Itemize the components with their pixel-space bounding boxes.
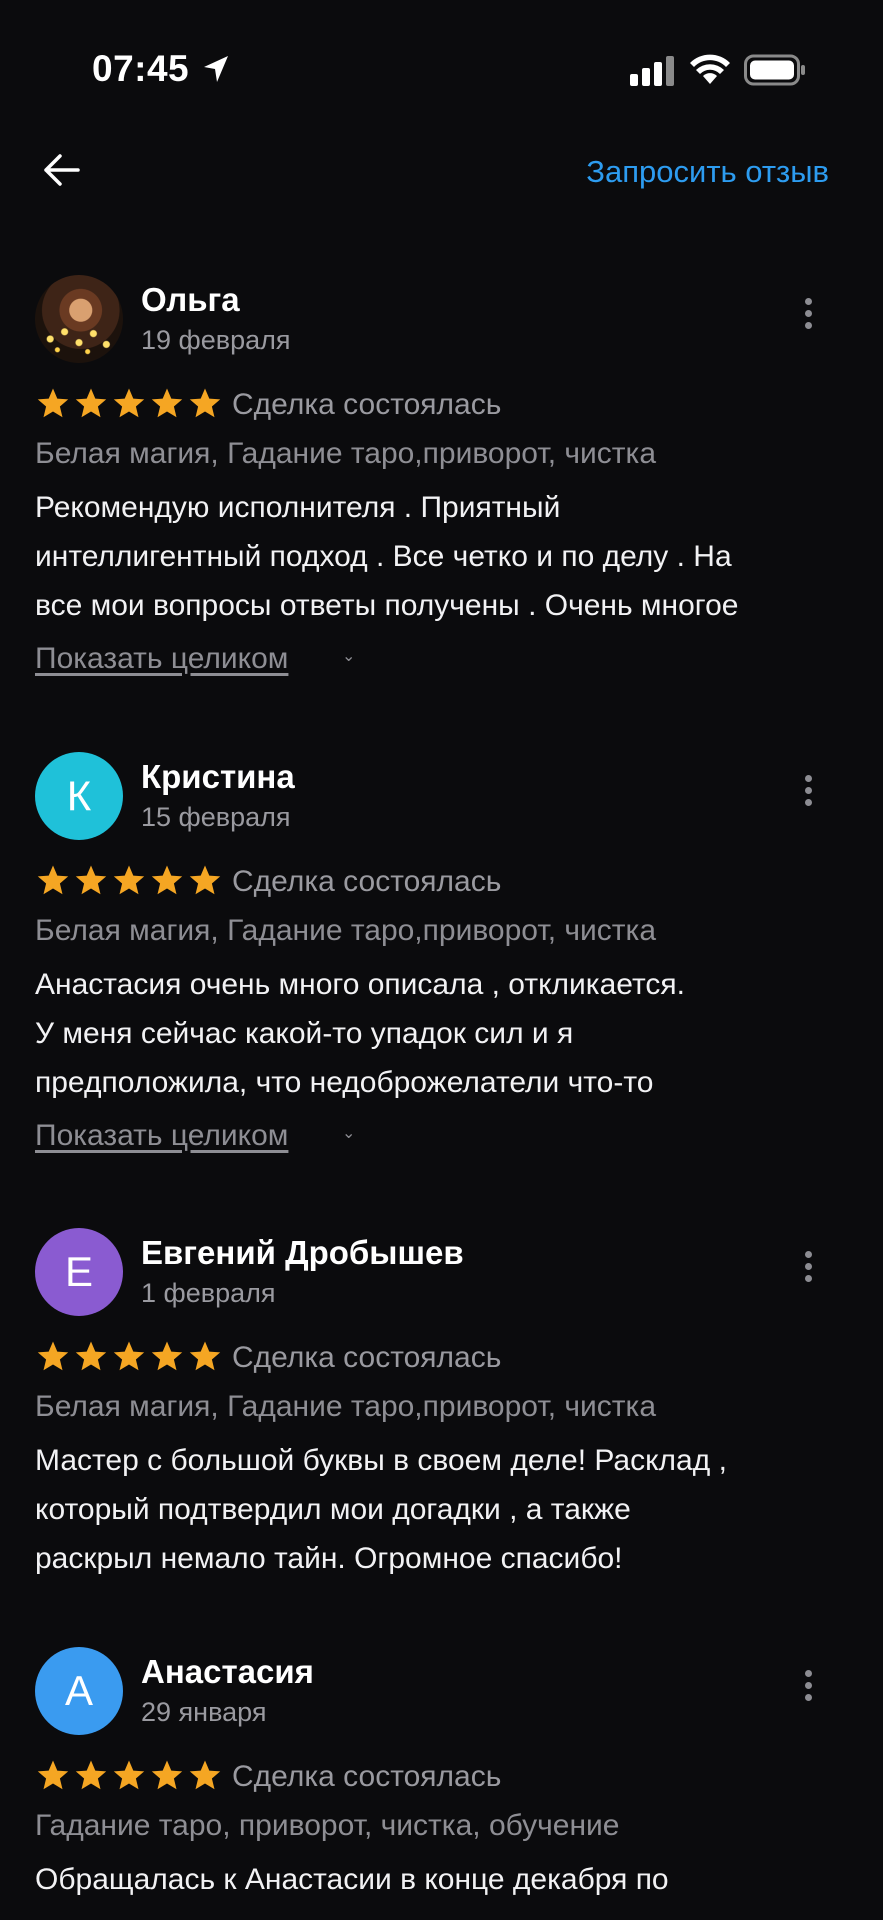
service-tags: Белая магия, Гадание таро,приворот, чист…	[35, 1390, 657, 1423]
chevron-down-icon[interactable]: ⌄	[342, 1123, 355, 1143]
star-icon	[113, 388, 145, 418]
star-icon	[75, 1760, 107, 1790]
deal-status: Сделка состоялась	[232, 865, 502, 898]
service-tags: Гадание таро, приворот, чистка, обучение	[35, 1809, 620, 1842]
avatar: А	[35, 1647, 123, 1735]
review-text-line: Анастасия очень много описала , откликае…	[35, 968, 685, 1001]
location-arrow-icon	[204, 56, 228, 82]
rating-stars	[36, 864, 222, 898]
more-options-icon[interactable]	[792, 1665, 824, 1709]
star-icon	[37, 388, 69, 418]
star-icon	[151, 1341, 183, 1371]
review-text-line: раскрыл немало тайн. Огромное спасибо!	[35, 1542, 623, 1575]
star-icon	[151, 1760, 183, 1790]
reviewer-name: Кристина	[141, 758, 295, 795]
review-text: Обращалась к Анастасии в конце декабря п…	[35, 1855, 850, 1904]
chevron-down-icon[interactable]: ⌄	[342, 646, 355, 666]
review-date: 29 января	[141, 1697, 267, 1727]
request-review-link[interactable]: Запросить отзыв	[586, 154, 829, 190]
review-text-line: предположила, что недоброжелатели что-то	[35, 1066, 654, 1099]
review-text-line: который подтвердил мои догадки , а также	[35, 1493, 631, 1526]
reviewer-name: Анастасия	[141, 1653, 314, 1690]
deal-status: Сделка состоялась	[232, 1760, 502, 1793]
avatar-photo-lights	[43, 321, 115, 357]
avatar-letter: К	[66, 772, 92, 819]
review-date: 1 февраля	[141, 1278, 276, 1308]
review-date: 15 февраля	[141, 802, 291, 832]
cellular-signal-icon	[630, 56, 674, 86]
star-icon	[189, 1760, 221, 1790]
status-time: 07:45	[92, 48, 190, 89]
star-icon	[75, 388, 107, 418]
star-icon	[189, 388, 221, 418]
star-icon	[151, 865, 183, 895]
star-icon	[113, 865, 145, 895]
star-icon	[75, 1341, 107, 1371]
more-options-icon[interactable]	[792, 293, 824, 337]
wifi-icon	[690, 54, 730, 84]
review-text: Анастасия очень много описала , откликае…	[35, 960, 850, 1107]
review-text-line: интеллигентный подход . Все четко и по д…	[35, 540, 732, 573]
reviewer-name: Евгений Дробышев	[141, 1234, 464, 1271]
rating-stars	[36, 387, 222, 421]
star-icon	[113, 1341, 145, 1371]
star-icon	[37, 1341, 69, 1371]
star-icon	[189, 1341, 221, 1371]
battery-icon	[744, 54, 805, 86]
review-text-line: все мои вопросы ответы получены . Очень …	[35, 589, 739, 622]
service-tags: Белая магия, Гадание таро,приворот, чист…	[35, 914, 657, 947]
avatar	[35, 275, 123, 363]
more-options-icon[interactable]	[792, 1246, 824, 1290]
review-text-line: Рекомендую исполнителя . Приятный	[35, 491, 561, 524]
show-more-link[interactable]: Показать целиком	[35, 1119, 288, 1153]
avatar: Е	[35, 1228, 123, 1316]
more-options-icon[interactable]	[792, 770, 824, 814]
rating-stars	[36, 1759, 222, 1793]
review-text-line: Обращалась к Анастасии в конце декабря п…	[35, 1863, 669, 1896]
avatar-letter: А	[64, 1667, 93, 1714]
star-icon	[113, 1760, 145, 1790]
review-text: Мастер с большой буквы в своем деле! Рас…	[35, 1436, 850, 1583]
star-icon	[189, 865, 221, 895]
review-text-line: Мастер с большой буквы в своем деле! Рас…	[35, 1444, 727, 1477]
status-bar: 07:45	[0, 0, 883, 120]
deal-status: Сделка состоялась	[232, 1341, 502, 1374]
avatar: К	[35, 752, 123, 840]
rating-stars	[36, 1340, 222, 1374]
star-icon	[37, 865, 69, 895]
star-icon	[151, 388, 183, 418]
deal-status: Сделка состоялась	[232, 388, 502, 421]
avatar-letter: Е	[64, 1248, 93, 1295]
star-icon	[37, 1760, 69, 1790]
star-icon	[75, 865, 107, 895]
show-more-link[interactable]: Показать целиком	[35, 642, 288, 676]
review-date: 19 февраля	[141, 325, 291, 355]
service-tags: Белая магия, Гадание таро,приворот, чист…	[35, 437, 657, 470]
back-arrow-icon[interactable]	[38, 146, 86, 194]
review-text-line: У меня сейчас какой-то упадок сил и я	[35, 1017, 574, 1050]
reviewer-name: Ольга	[141, 281, 240, 318]
review-text: Рекомендую исполнителя . Приятный интелли…	[35, 483, 850, 630]
